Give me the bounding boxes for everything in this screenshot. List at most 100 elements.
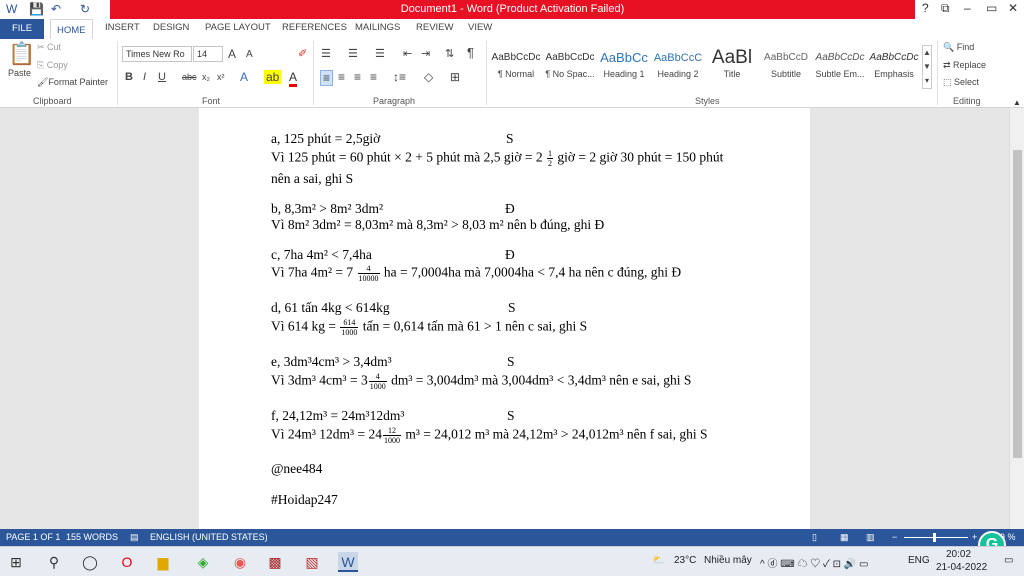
help-button[interactable]: ? xyxy=(922,1,929,15)
clock-time[interactable]: 20:02 xyxy=(946,549,971,560)
zoom-out-icon[interactable]: − xyxy=(892,532,897,542)
cut-button[interactable]: ✂ Cut xyxy=(37,42,61,53)
bullets-icon[interactable]: ☰ xyxy=(321,47,331,60)
bold-button[interactable]: B xyxy=(125,71,133,83)
styles-scroll-icon[interactable]: ▲ ▼ ▾ xyxy=(922,45,932,89)
font-color-icon[interactable]: A xyxy=(289,70,298,87)
tab-design[interactable]: DESIGN xyxy=(153,22,189,33)
tray-icons[interactable]: ^ ⓓ ⌨ ☁ ♡ ✓ ⊡ 🔊 ▭ xyxy=(760,555,868,570)
clear-format-button[interactable]: ✐ xyxy=(298,47,307,60)
redo-icon[interactable]: ↻ xyxy=(80,2,90,16)
close-button[interactable]: ✕ xyxy=(1008,1,1018,15)
save-icon[interactable]: 💾 xyxy=(29,2,44,16)
weather-text[interactable]: Nhiều mây xyxy=(704,555,752,566)
copy-button[interactable]: ⎘ Copy xyxy=(37,60,68,71)
replace-button[interactable]: ⇄ Replace xyxy=(943,60,986,71)
restore-button[interactable]: ▭ xyxy=(986,1,997,15)
text-run: Vì 614 kg = xyxy=(271,318,340,334)
strikethrough-button[interactable]: abc xyxy=(182,72,197,82)
format-painter-button[interactable]: 🖌Format Painter xyxy=(37,77,108,88)
media-icon[interactable]: ▩ xyxy=(265,552,285,572)
document-page[interactable]: a, 125 phút = 2,5giờ S Vì 125 phút = 60 … xyxy=(199,108,810,529)
paint-icon[interactable]: ◉ xyxy=(230,552,250,572)
fraction-numerator: 4 xyxy=(368,372,387,382)
numbering-icon[interactable]: ☰ xyxy=(348,47,358,60)
style-title[interactable]: AaBl Title xyxy=(705,45,759,91)
scroll-thumb[interactable] xyxy=(1013,150,1022,458)
style-normal[interactable]: AaBbCcDc ¶ Normal xyxy=(489,45,543,91)
select-button[interactable]: ⬚ Select xyxy=(943,77,979,88)
line-spacing-icon[interactable]: ↕≡ xyxy=(393,70,406,84)
word-count[interactable]: 155 WORDS xyxy=(66,532,118,542)
fraction: 12 xyxy=(546,149,553,168)
shrink-font-button[interactable]: A xyxy=(246,49,253,60)
scroll-up-icon[interactable]: ▲ xyxy=(1013,98,1021,107)
underline-button[interactable]: U xyxy=(158,71,166,83)
style-no-spacing[interactable]: AaBbCcDc ¶ No Spac... xyxy=(543,45,597,91)
task-view-icon[interactable]: ◯ xyxy=(80,552,100,572)
tab-references[interactable]: REFERENCES xyxy=(282,22,347,33)
tab-mailings[interactable]: MAILINGS xyxy=(355,22,400,33)
zoom-in-icon[interactable]: + xyxy=(972,532,977,542)
vertical-scrollbar[interactable]: ▲ xyxy=(1009,98,1024,529)
app-icon[interactable]: ◈ xyxy=(193,552,213,572)
text-effects-icon[interactable]: A xyxy=(240,70,248,84)
subscript-button[interactable]: x₂ xyxy=(202,72,210,82)
paste-icon[interactable]: 📋 xyxy=(8,41,35,67)
proofing-icon[interactable]: ▤ xyxy=(130,532,139,543)
align-center-icon[interactable]: ≡ xyxy=(338,70,345,84)
decrease-indent-icon[interactable]: ⇤ xyxy=(403,47,412,60)
windows-start-icon[interactable]: ⊞ xyxy=(6,552,26,572)
weather-icon[interactable]: ⛅ xyxy=(652,555,664,566)
italic-button[interactable]: I xyxy=(143,71,146,83)
fraction-denominator: 1000 xyxy=(341,328,358,337)
page-count[interactable]: PAGE 1 OF 1 xyxy=(6,532,60,542)
borders-icon[interactable]: ⊞ xyxy=(450,70,460,84)
find-button[interactable]: 🔍 Find xyxy=(943,42,974,53)
multilevel-list-icon[interactable]: ☰ xyxy=(375,47,385,60)
grow-font-button[interactable]: A xyxy=(228,47,236,61)
superscript-button[interactable]: x² xyxy=(217,72,225,82)
minimize-button[interactable]: – xyxy=(964,1,971,15)
print-layout-icon[interactable]: ▦ xyxy=(840,532,849,543)
style-subtitle[interactable]: AaBbCcD Subtitle xyxy=(759,45,813,91)
sort-icon[interactable]: ⇅ xyxy=(445,47,454,60)
tab-review[interactable]: REVIEW xyxy=(416,22,453,33)
align-left-icon[interactable]: ≡ xyxy=(320,70,334,86)
opera-icon[interactable]: O xyxy=(117,552,137,572)
drawing-app-icon[interactable]: ▧ xyxy=(302,552,322,572)
highlight-icon[interactable]: ab xyxy=(264,70,282,84)
style-subtle-emphasis[interactable]: AaBbCcDc Subtle Em... xyxy=(813,45,867,91)
font-size-box[interactable]: 14 xyxy=(193,46,223,62)
zoom-slider-thumb[interactable] xyxy=(933,533,936,542)
notification-icon[interactable]: ▭ xyxy=(1004,555,1013,566)
style-emphasis[interactable]: AaBbCcDc Emphasis xyxy=(867,45,921,91)
undo-icon[interactable]: ↶ xyxy=(51,2,61,16)
doc-hashtag: #Hoidap247 xyxy=(271,492,338,507)
tab-page-layout[interactable]: PAGE LAYOUT xyxy=(205,22,271,33)
show-marks-button[interactable]: ¶ xyxy=(467,45,474,60)
increase-indent-icon[interactable]: ⇥ xyxy=(421,47,430,60)
tab-home[interactable]: HOME xyxy=(50,19,93,39)
ribbon-display-button[interactable]: ⧉ xyxy=(941,1,950,16)
zoom-slider[interactable] xyxy=(904,537,968,538)
font-name-box[interactable]: Times New Ro xyxy=(122,46,192,62)
align-right-icon[interactable]: ≡ xyxy=(354,70,361,84)
search-icon[interactable]: ⚲ xyxy=(44,552,64,572)
weather-temp[interactable]: 23°C xyxy=(674,555,696,566)
style-heading-2[interactable]: AaBbCcC Heading 2 xyxy=(651,45,705,91)
paste-button[interactable]: Paste xyxy=(8,68,31,78)
word-taskbar-icon[interactable]: W xyxy=(338,552,358,572)
shading-icon[interactable]: ◇ xyxy=(424,70,433,84)
web-layout-icon[interactable]: ▥ xyxy=(866,532,875,543)
read-mode-icon[interactable]: ▯ xyxy=(812,532,817,543)
file-explorer-icon[interactable]: ▆ xyxy=(153,552,173,572)
style-heading-1[interactable]: AaBbCc Heading 1 xyxy=(597,45,651,91)
language-status[interactable]: ENGLISH (UNITED STATES) xyxy=(150,532,268,542)
input-language[interactable]: ENG xyxy=(908,555,930,566)
tab-insert[interactable]: INSERT xyxy=(105,22,140,33)
justify-icon[interactable]: ≡ xyxy=(370,70,377,84)
tab-file[interactable]: FILE xyxy=(0,19,44,39)
tab-view[interactable]: VIEW xyxy=(468,22,492,33)
clock-date[interactable]: 21-04-2022 xyxy=(936,562,987,573)
